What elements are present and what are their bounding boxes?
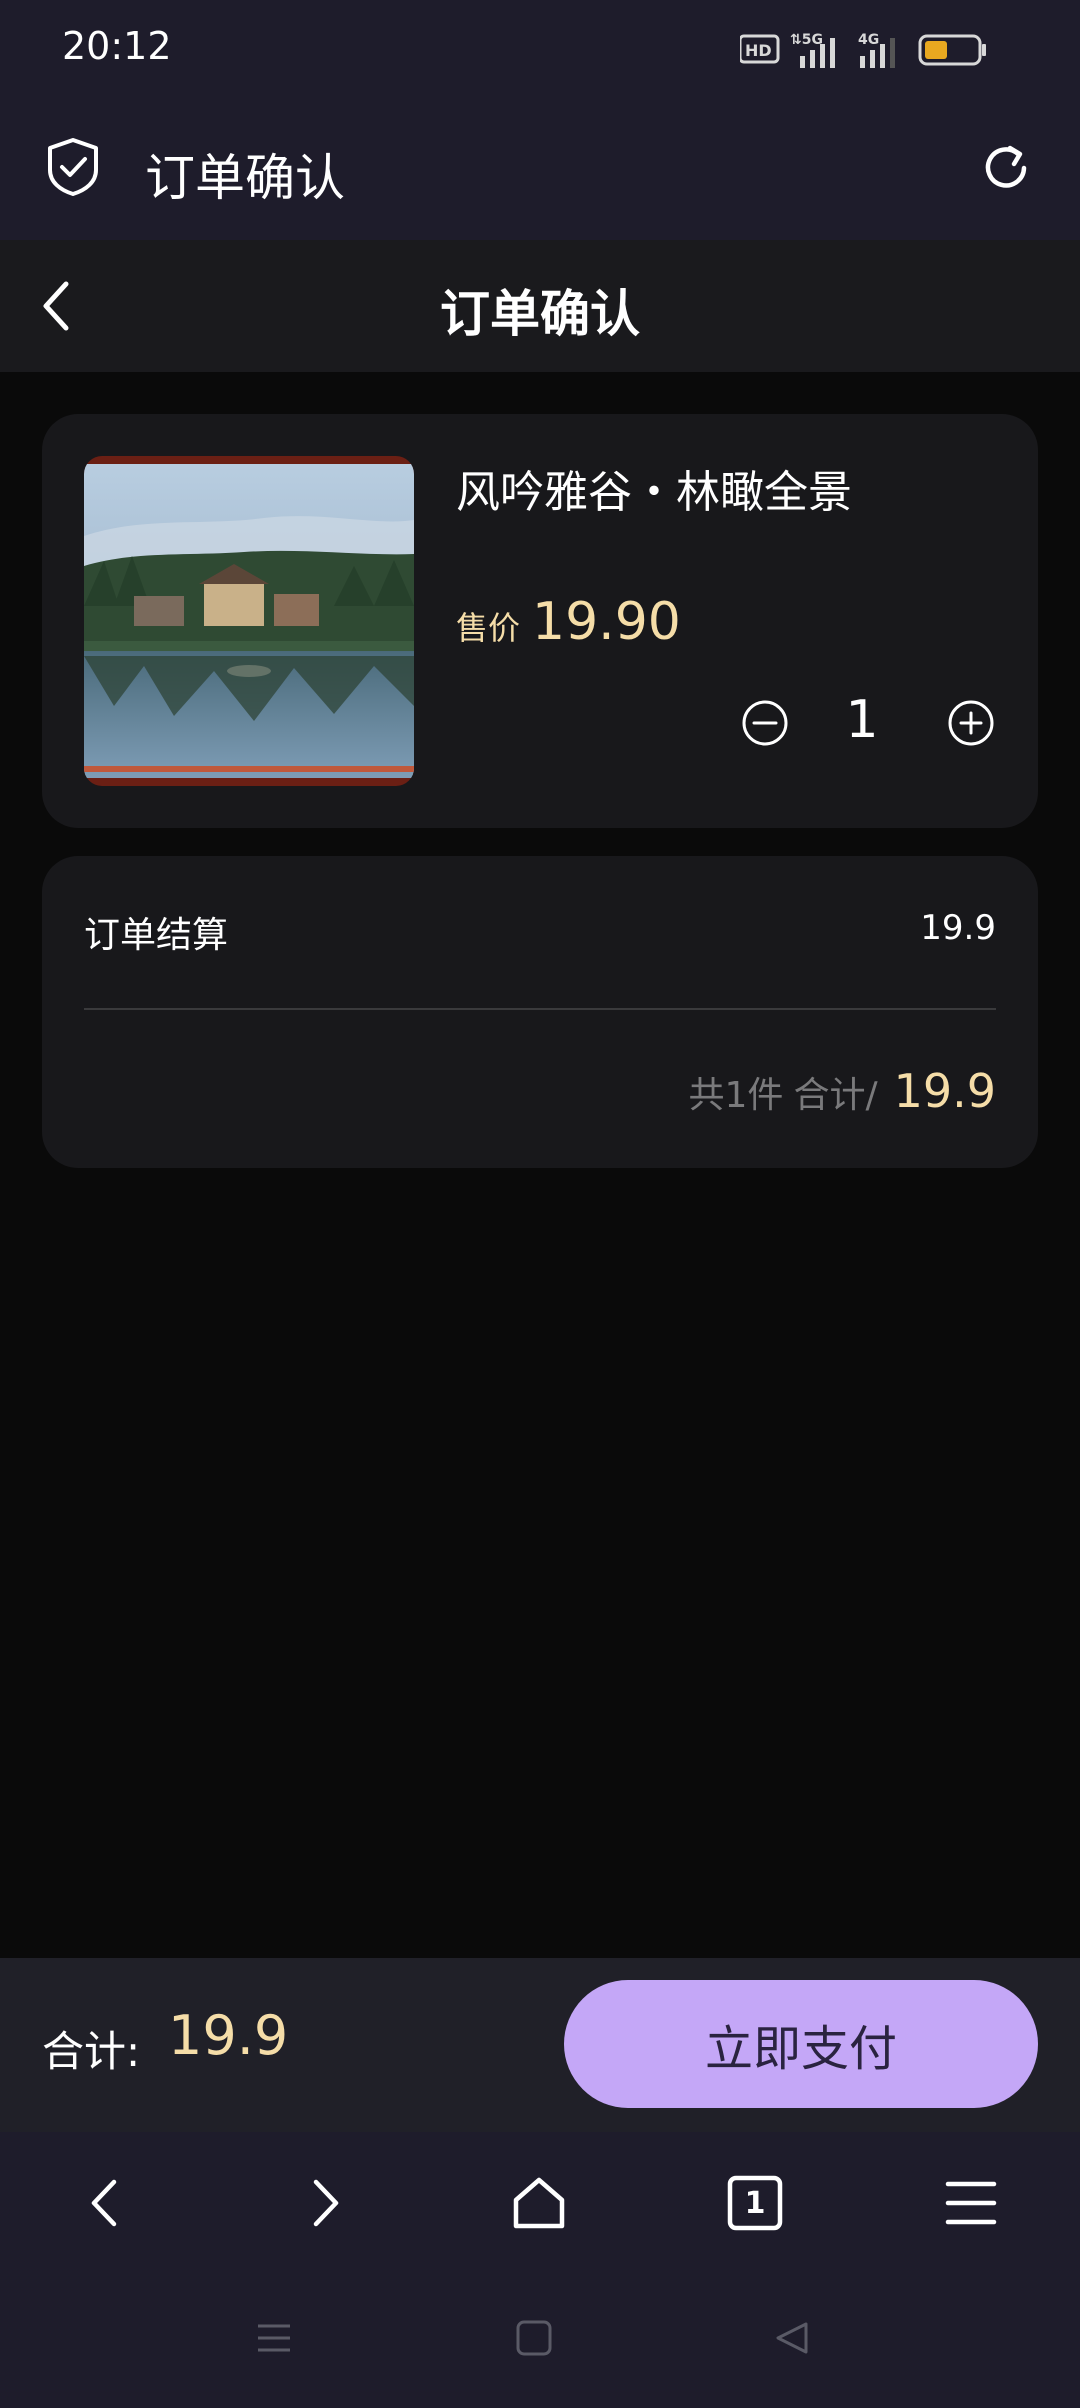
browser-bar: 订单确认 (0, 100, 1080, 240)
menu-icon[interactable] (940, 2172, 1002, 2234)
page-header: 订单确认 (0, 240, 1080, 372)
svg-text:4G: 4G (858, 32, 879, 48)
divider (84, 1008, 996, 1010)
pay-total-value: 19.9 (168, 2004, 289, 2067)
summary-total-label: 合计/ (793, 1075, 878, 1116)
status-time: 20:12 (62, 24, 172, 68)
browser-title: 订单确认 (145, 149, 345, 207)
hd-icon: HD (740, 34, 780, 64)
status-icons: HD ⇅5G 4G (740, 32, 986, 68)
price-row: 售价 19.90 (456, 592, 681, 652)
price-value: 19.90 (532, 592, 681, 652)
shield-check-icon[interactable] (44, 136, 102, 198)
product-name: 风吟雅谷・林瞰全景 (456, 467, 852, 518)
tabs-icon[interactable]: 1 (724, 2172, 786, 2234)
5g-signal-icon: ⇅5G (790, 32, 835, 68)
refresh-icon[interactable] (976, 138, 1036, 198)
pay-total-label: 合计: (42, 2027, 141, 2076)
order-summary-card: 订单结算 19.9 共1件 合计/ 19.9 (42, 856, 1038, 1168)
summary-total: 共1件 合计/ 19.9 (689, 1064, 996, 1118)
back-icon[interactable] (76, 2172, 138, 2234)
4g-signal-icon: 4G (858, 32, 895, 68)
product-card: 风吟雅谷・林瞰全景 售价 19.90 1 (42, 414, 1038, 828)
back-triangle-icon[interactable] (772, 2318, 812, 2358)
minus-circle-icon[interactable] (740, 698, 790, 748)
recents-icon[interactable] (254, 2318, 294, 2358)
system-nav (0, 2272, 1080, 2408)
pay-now-button[interactable]: 立即支付 (564, 1980, 1038, 2108)
status-bar: 20:12 HD ⇅5G 4G (0, 0, 1080, 100)
svg-text:⇅5G: ⇅5G (790, 32, 823, 48)
browser-nav: 1 (0, 2132, 1080, 2272)
home-square-icon[interactable] (514, 2318, 554, 2358)
summary-total-value: 19.9 (893, 1064, 996, 1118)
plus-circle-icon[interactable] (946, 698, 996, 748)
forward-icon[interactable] (292, 2172, 354, 2234)
tab-count: 1 (744, 2185, 766, 2221)
item-count: 共1件 (688, 1075, 784, 1116)
summary-label: 订单结算 (84, 915, 229, 956)
order-confirm-page: 20:12 HD ⇅5G 4G 订单确认 订单确认 风吟雅谷・林瞰全景 售价 1… (0, 0, 1080, 2408)
price-label: 售价 (456, 609, 521, 647)
page-title: 订单确认 (440, 285, 640, 343)
pay-bar: 合计: 19.9 立即支付 (0, 1958, 1080, 2132)
battery-icon (918, 34, 986, 66)
summary-value: 19.9 (920, 908, 996, 948)
quantity-value: 1 (845, 690, 879, 750)
product-image[interactable] (84, 456, 414, 786)
svg-text:HD: HD (745, 41, 772, 60)
home-icon[interactable] (508, 2172, 570, 2234)
